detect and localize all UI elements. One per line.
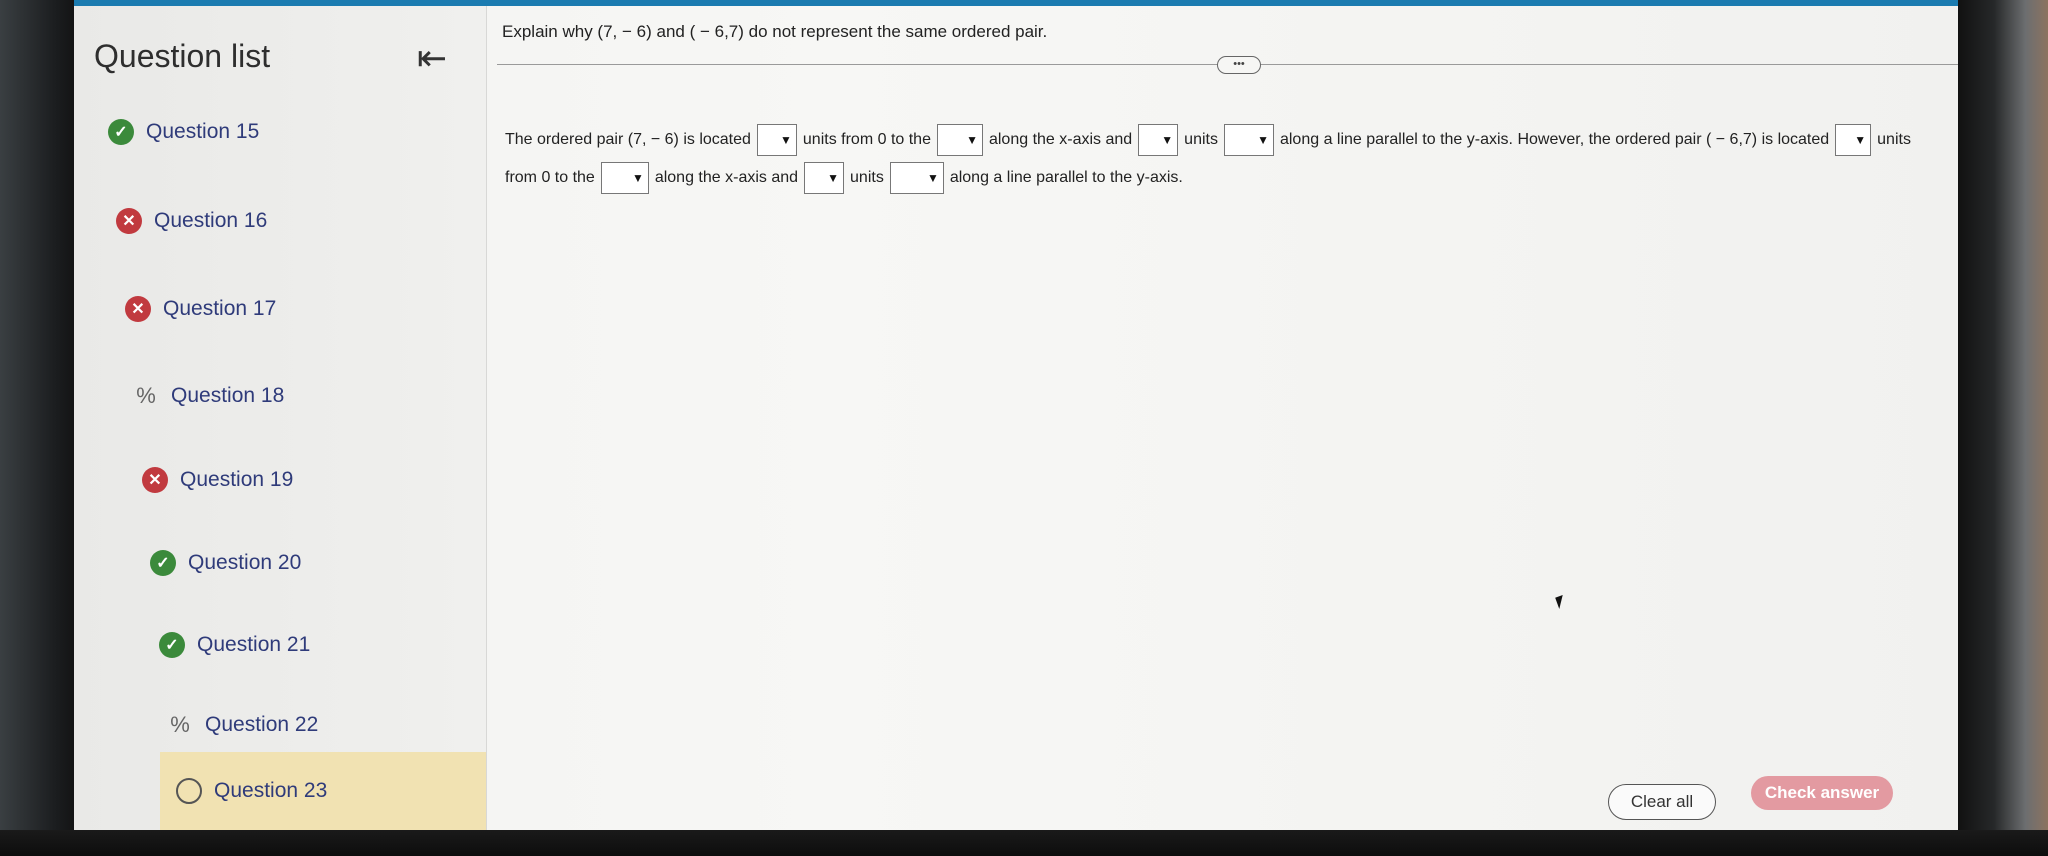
dropdown-arrow-icon: ▼ bbox=[966, 133, 978, 147]
question-item-21[interactable]: ✓ Question 21 bbox=[159, 625, 310, 665]
dropdown-arrow-icon: ▼ bbox=[827, 171, 840, 185]
x-icon: ✕ bbox=[125, 296, 151, 322]
question-item-23[interactable]: Question 23 bbox=[160, 752, 486, 830]
photo-bezel-bottom bbox=[0, 830, 2048, 856]
clear-all-button[interactable]: Clear all bbox=[1608, 784, 1716, 820]
answer-line-1: The ordered pair (7, − 6) is located ▼ u… bbox=[505, 124, 1911, 156]
dropdown-arrow-icon: ▼ bbox=[631, 171, 644, 185]
expand-more-button[interactable]: ••• bbox=[1217, 56, 1261, 74]
answer-text: from 0 to the bbox=[505, 169, 595, 186]
dropdown-arrow-icon: ▼ bbox=[1161, 133, 1174, 147]
dropdown-direction-1[interactable]: ▼ bbox=[936, 124, 983, 156]
dropdown-direction-4[interactable]: ▼ bbox=[889, 162, 944, 194]
question-item-15[interactable]: ✓ Question 15 bbox=[108, 112, 259, 152]
dropdown-units-1[interactable]: ▼ bbox=[756, 124, 797, 156]
question-item-17[interactable]: ✕ Question 17 bbox=[125, 289, 276, 329]
x-icon: ✕ bbox=[116, 208, 142, 234]
dropdown-arrow-icon: ▼ bbox=[1257, 133, 1269, 147]
answer-text: units from 0 to the bbox=[802, 131, 931, 148]
check-icon: ✓ bbox=[159, 632, 185, 658]
photo-bezel-left bbox=[0, 0, 80, 856]
sidebar-title: Question list bbox=[94, 38, 271, 74]
check-icon: ✓ bbox=[108, 119, 134, 145]
mouse-cursor-icon bbox=[1555, 594, 1567, 610]
answer-text: units bbox=[850, 169, 884, 186]
answer-text: along the x-axis and bbox=[988, 131, 1133, 148]
answer-text: The ordered pair (7, − 6) is located bbox=[505, 131, 751, 148]
partial-credit-icon: % bbox=[170, 712, 190, 737]
question-item-20[interactable]: ✓ Question 20 bbox=[150, 543, 301, 583]
x-icon: ✕ bbox=[142, 467, 168, 493]
dropdown-units-3[interactable]: ▼ bbox=[1835, 124, 1872, 156]
question-item-19[interactable]: ✕ Question 19 bbox=[142, 460, 293, 500]
answer-line-2: from 0 to the ▼ along the x-axis and ▼ u… bbox=[505, 162, 1183, 194]
dropdown-direction-3[interactable]: ▼ bbox=[600, 162, 649, 194]
dropdown-arrow-icon: ▼ bbox=[780, 133, 792, 147]
answer-text: units bbox=[1877, 131, 1911, 148]
collapse-left-icon[interactable]: ⇤ bbox=[412, 38, 452, 78]
question-item-16[interactable]: ✕ Question 16 bbox=[116, 201, 267, 241]
answer-text: along a line parallel to the y-axis. How… bbox=[1279, 131, 1830, 148]
dropdown-direction-2[interactable]: ▼ bbox=[1223, 124, 1274, 156]
question-list-sidebar: Question list ⇤ ✓ Question 15 ✕ Question… bbox=[74, 6, 487, 830]
question-item-label: Question 18 bbox=[171, 384, 285, 407]
answer-text: along the x-axis and bbox=[654, 169, 799, 186]
question-item-label: Question 15 bbox=[146, 120, 260, 143]
question-item-label: Question 23 bbox=[214, 779, 328, 802]
answer-text: units bbox=[1184, 131, 1218, 148]
answer-text: along a line parallel to the y-axis. bbox=[949, 169, 1183, 186]
empty-circle-icon bbox=[176, 778, 202, 804]
dropdown-units-2[interactable]: ▼ bbox=[1138, 124, 1179, 156]
question-item-label: Question 16 bbox=[154, 209, 268, 232]
question-item-label: Question 19 bbox=[180, 468, 294, 491]
dropdown-units-4[interactable]: ▼ bbox=[804, 162, 845, 194]
check-answer-button[interactable]: Check answer bbox=[1751, 776, 1893, 810]
question-item-label: Question 20 bbox=[188, 551, 302, 574]
question-item-22[interactable]: % Question 22 bbox=[167, 705, 318, 745]
question-panel: Explain why (7, − 6) and ( − 6,7) do not… bbox=[487, 6, 1967, 830]
partial-credit-icon: % bbox=[136, 383, 156, 408]
question-item-18[interactable]: % Question 18 bbox=[133, 376, 284, 416]
dropdown-arrow-icon: ▼ bbox=[1854, 133, 1867, 147]
question-item-label: Question 17 bbox=[163, 297, 277, 320]
check-icon: ✓ bbox=[150, 550, 176, 576]
dropdown-arrow-icon: ▼ bbox=[926, 171, 939, 185]
question-item-label: Question 22 bbox=[205, 713, 319, 736]
photo-bezel-right bbox=[1958, 0, 2048, 856]
question-item-label: Question 21 bbox=[197, 633, 311, 656]
app-screen: Question list ⇤ ✓ Question 15 ✕ Question… bbox=[74, 6, 1967, 830]
question-prompt: Explain why (7, − 6) and ( − 6,7) do not… bbox=[502, 22, 1048, 41]
